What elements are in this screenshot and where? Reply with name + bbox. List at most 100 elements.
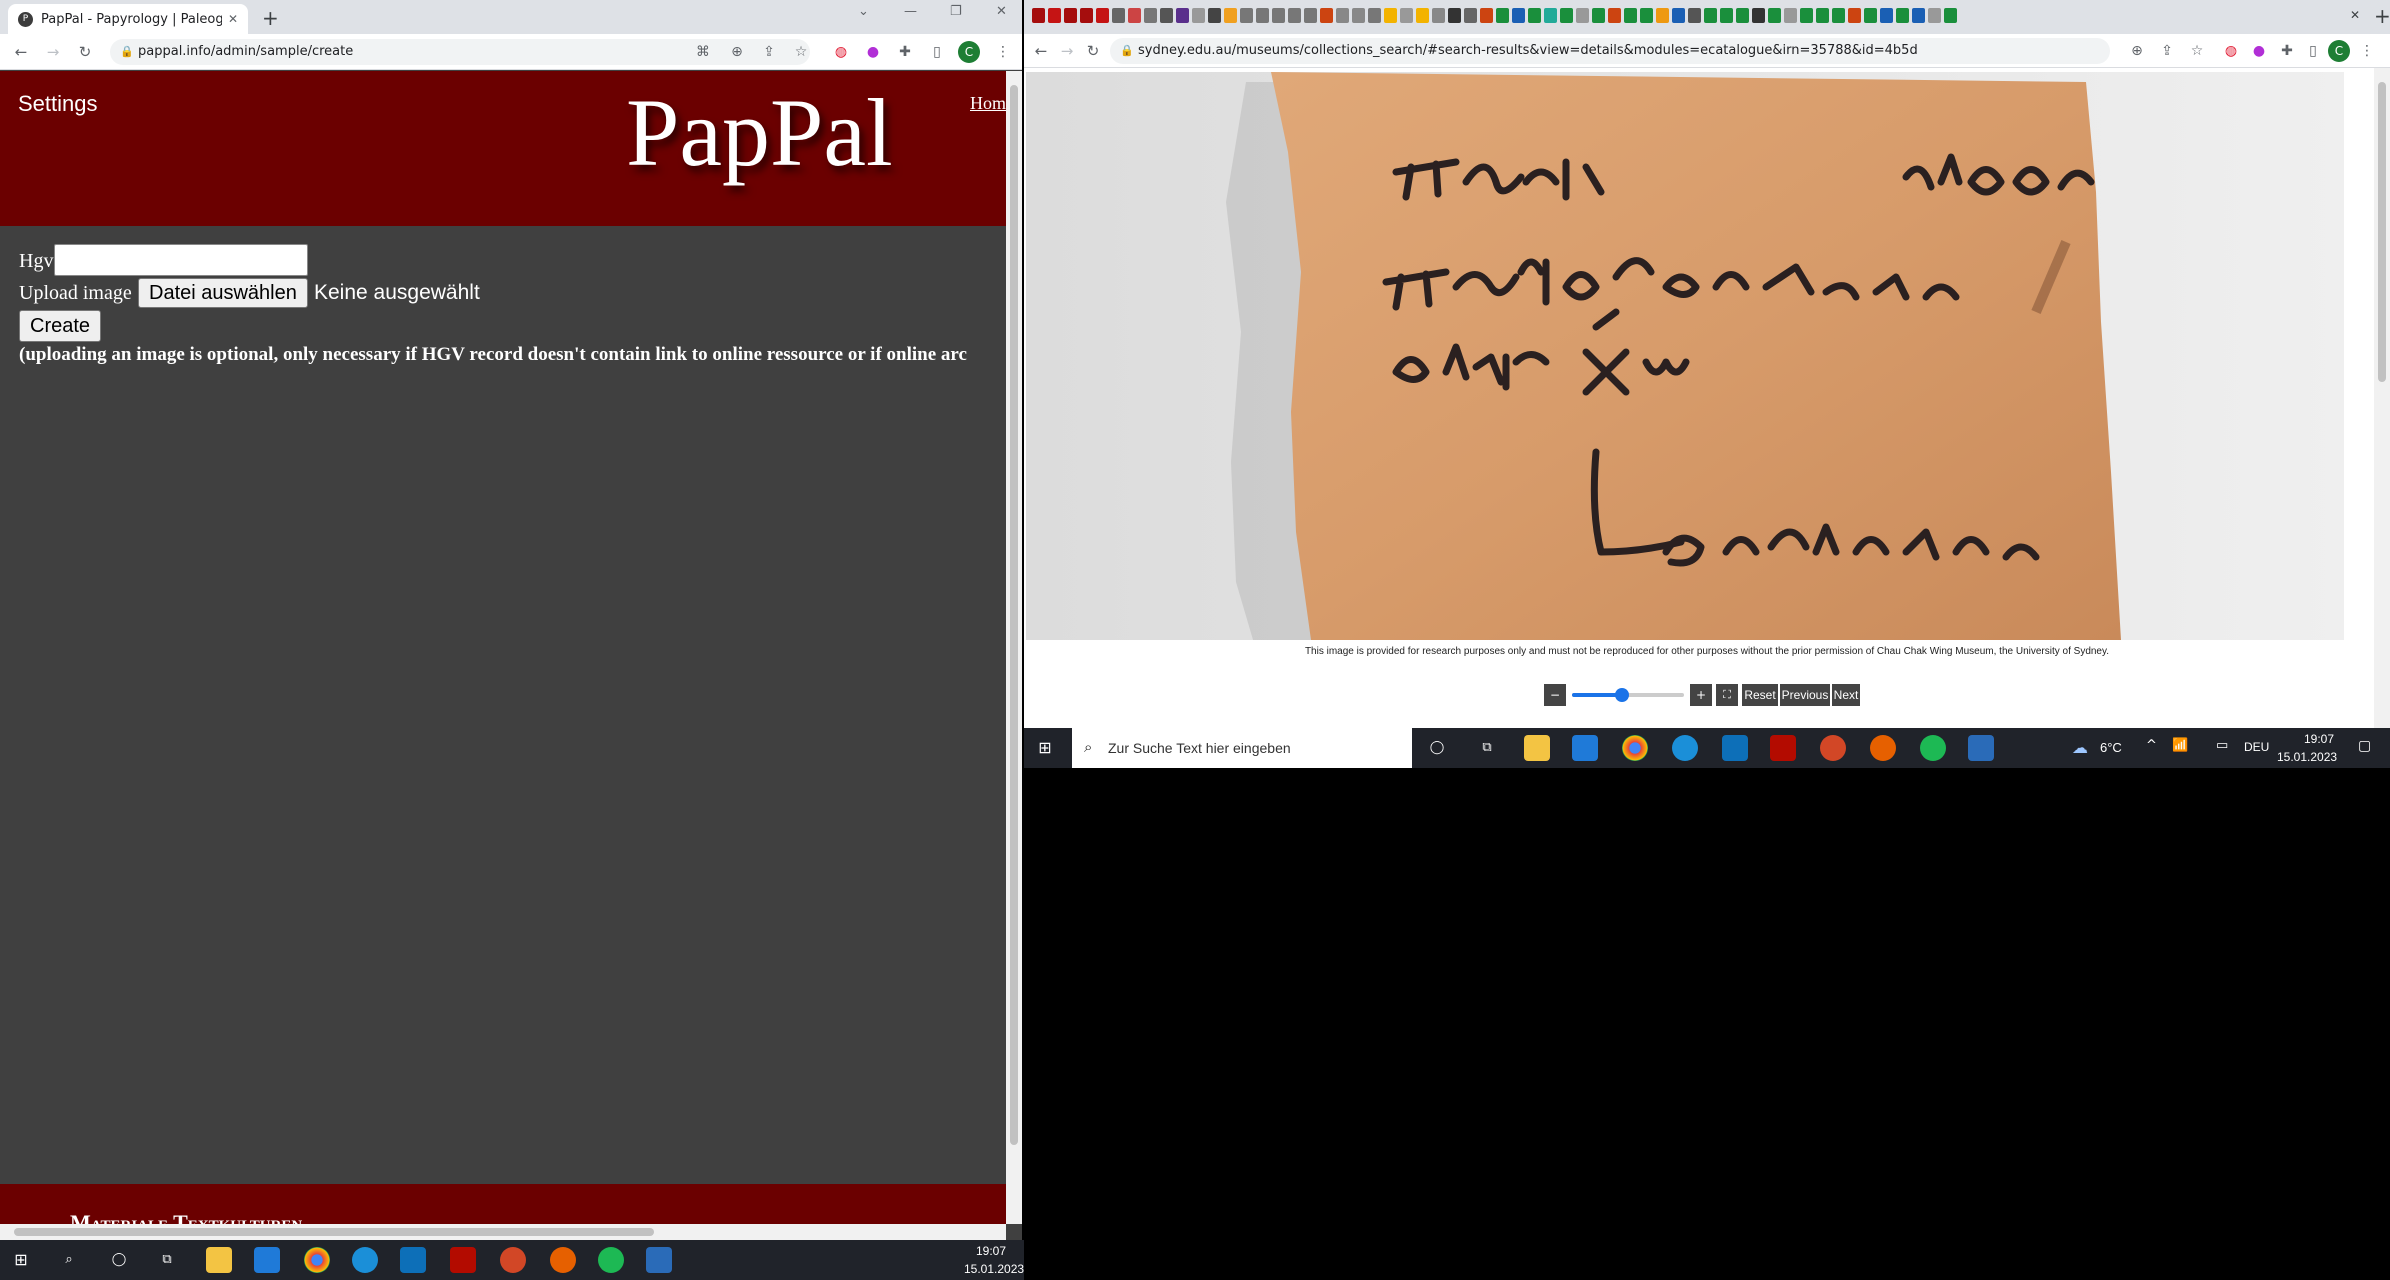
chrome-icon[interactable]: [304, 1247, 330, 1273]
photos-icon[interactable]: [1968, 735, 1994, 761]
task-view-icon[interactable]: ⧉: [1474, 735, 1500, 761]
hgv-input[interactable]: [54, 244, 308, 276]
star-icon[interactable]: ☆: [2188, 42, 2206, 60]
right-vertical-scrollbar[interactable]: [2374, 68, 2390, 728]
extension-red-icon[interactable]: ◍: [2222, 42, 2240, 60]
zoom-slider[interactable]: [1572, 688, 1684, 702]
mail-icon[interactable]: [1722, 735, 1748, 761]
reload-icon[interactable]: ↻: [76, 43, 94, 61]
edge-icon[interactable]: [352, 1247, 378, 1273]
puzzle-icon[interactable]: ✚: [2278, 42, 2296, 60]
extension-red-icon[interactable]: ◍: [832, 43, 850, 61]
zoom-icon[interactable]: ⊕: [2128, 42, 2146, 60]
close-window-button[interactable]: ✕: [996, 4, 1007, 19]
close-tab-icon[interactable]: ✕: [228, 12, 238, 26]
profile-icon[interactable]: C: [958, 41, 980, 63]
edge-icon[interactable]: [1672, 735, 1698, 761]
star-icon[interactable]: ☆: [792, 43, 810, 61]
menu-icon[interactable]: ⋮: [2358, 42, 2376, 60]
back-icon[interactable]: ←: [1032, 42, 1050, 60]
create-button[interactable]: Create: [19, 310, 102, 342]
pappal-header: Settings PapPal Hom: [0, 71, 1006, 226]
clock-time[interactable]: 19:07: [976, 1244, 1006, 1258]
bottom-taskbar: ⊞ ⌕ ◯ ⧉ 19:07 15.01.2023: [0, 1240, 1024, 1280]
zoom-icon[interactable]: ⊕: [728, 43, 746, 61]
powerpoint-icon[interactable]: [1820, 735, 1846, 761]
photos-icon[interactable]: [646, 1247, 672, 1273]
store-icon[interactable]: [254, 1247, 280, 1273]
url-field[interactable]: 🔒 sydney.edu.au/museums/collections_sear…: [1110, 38, 2110, 64]
pappal-favicon: P: [18, 11, 33, 27]
clock-time[interactable]: 19:07: [2304, 732, 2334, 746]
forward-icon[interactable]: →: [1058, 42, 1076, 60]
clock-date[interactable]: 15.01.2023: [964, 1262, 1024, 1276]
right-address-bar: ← → ↻ 🔒 sydney.edu.au/museums/collection…: [1024, 34, 2390, 68]
weather-text[interactable]: 6°C: [2100, 740, 2122, 755]
sidebar-icon[interactable]: ▯: [928, 43, 946, 61]
pinned-tabs-strip[interactable]: [1032, 8, 2092, 26]
puzzle-icon[interactable]: ✚: [896, 43, 914, 61]
zoom-slider-thumb[interactable]: [1615, 688, 1630, 702]
start-icon[interactable]: ⊞: [8, 1247, 34, 1273]
vertical-scroll-thumb[interactable]: [1010, 85, 1018, 1145]
new-tab-button[interactable]: +: [2374, 4, 2390, 28]
new-tab-button[interactable]: +: [262, 6, 279, 30]
menu-icon[interactable]: ⋮: [994, 43, 1012, 61]
minimize-button[interactable]: —: [904, 4, 917, 19]
taskbar-search[interactable]: ⌕ Zur Suche Text hier eingeben: [1072, 728, 1412, 768]
powerpoint-icon[interactable]: [500, 1247, 526, 1273]
forward-icon[interactable]: →: [44, 43, 62, 61]
start-icon[interactable]: ⊞: [1032, 735, 1058, 761]
share-icon[interactable]: ⇪: [760, 43, 778, 61]
file-explorer-icon[interactable]: [206, 1247, 232, 1273]
back-icon[interactable]: ←: [12, 43, 30, 61]
fullscreen-button[interactable]: ⛶: [1716, 684, 1738, 706]
reset-button[interactable]: Reset: [1742, 684, 1778, 706]
home-link[interactable]: Hom: [970, 93, 1006, 114]
battery-icon[interactable]: ▭: [2216, 738, 2228, 753]
language-indicator[interactable]: DEU: [2244, 740, 2269, 754]
mail-icon[interactable]: [400, 1247, 426, 1273]
tray-chevron-icon[interactable]: ^: [2146, 738, 2157, 753]
network-icon[interactable]: 📶: [2172, 738, 2188, 753]
task-view-icon[interactable]: ⧉: [154, 1247, 180, 1273]
firefox-icon[interactable]: [550, 1247, 576, 1273]
reload-icon[interactable]: ↻: [1084, 42, 1102, 60]
previous-button[interactable]: Previous: [1780, 684, 1830, 706]
spotify-icon[interactable]: [1920, 735, 1946, 761]
spotify-icon[interactable]: [598, 1247, 624, 1273]
extension-purple-icon[interactable]: ●: [864, 43, 882, 61]
right-scroll-thumb[interactable]: [2378, 82, 2386, 382]
choose-file-button[interactable]: Datei auswählen: [138, 278, 308, 308]
translate-icon[interactable]: ⌘: [694, 43, 712, 61]
clock-date[interactable]: 15.01.2023: [2277, 750, 2337, 764]
share-icon[interactable]: ⇪: [2158, 42, 2176, 60]
notification-icon[interactable]: ▢: [2358, 738, 2371, 754]
weather-icon[interactable]: ☁: [2072, 738, 2088, 757]
file-status: Keine ausgewählt: [314, 281, 480, 304]
sidebar-icon[interactable]: ▯: [2304, 42, 2322, 60]
horizontal-scrollbar[interactable]: [0, 1224, 1006, 1240]
acrobat-icon[interactable]: [450, 1247, 476, 1273]
tab-pappal[interactable]: P PapPal - Papyrology | Paleograph ✕: [8, 4, 248, 34]
firefox-icon[interactable]: [1870, 735, 1896, 761]
tab-search-button[interactable]: ⌄: [858, 4, 869, 19]
vertical-scrollbar[interactable]: [1006, 71, 1022, 1224]
zoom-out-button[interactable]: −: [1544, 684, 1566, 706]
chrome-icon[interactable]: [1622, 735, 1648, 761]
restore-button[interactable]: ❐: [950, 4, 962, 19]
acrobat-icon[interactable]: [1770, 735, 1796, 761]
horizontal-scroll-thumb[interactable]: [14, 1228, 654, 1236]
profile-icon[interactable]: C: [2328, 40, 2350, 62]
store-icon[interactable]: [1572, 735, 1598, 761]
settings-link[interactable]: Settings: [18, 91, 98, 117]
extension-purple-icon[interactable]: ●: [2250, 42, 2268, 60]
zoom-in-button[interactable]: +: [1690, 684, 1712, 706]
close-tab-icon[interactable]: ✕: [2350, 8, 2360, 22]
upload-note: (uploading an image is optional, only ne…: [19, 344, 967, 365]
search-icon[interactable]: ⌕: [56, 1247, 82, 1273]
cortana-icon[interactable]: ◯: [106, 1247, 132, 1273]
file-explorer-icon[interactable]: [1524, 735, 1550, 761]
next-button[interactable]: Next: [1832, 684, 1860, 706]
cortana-icon[interactable]: ◯: [1424, 735, 1450, 761]
